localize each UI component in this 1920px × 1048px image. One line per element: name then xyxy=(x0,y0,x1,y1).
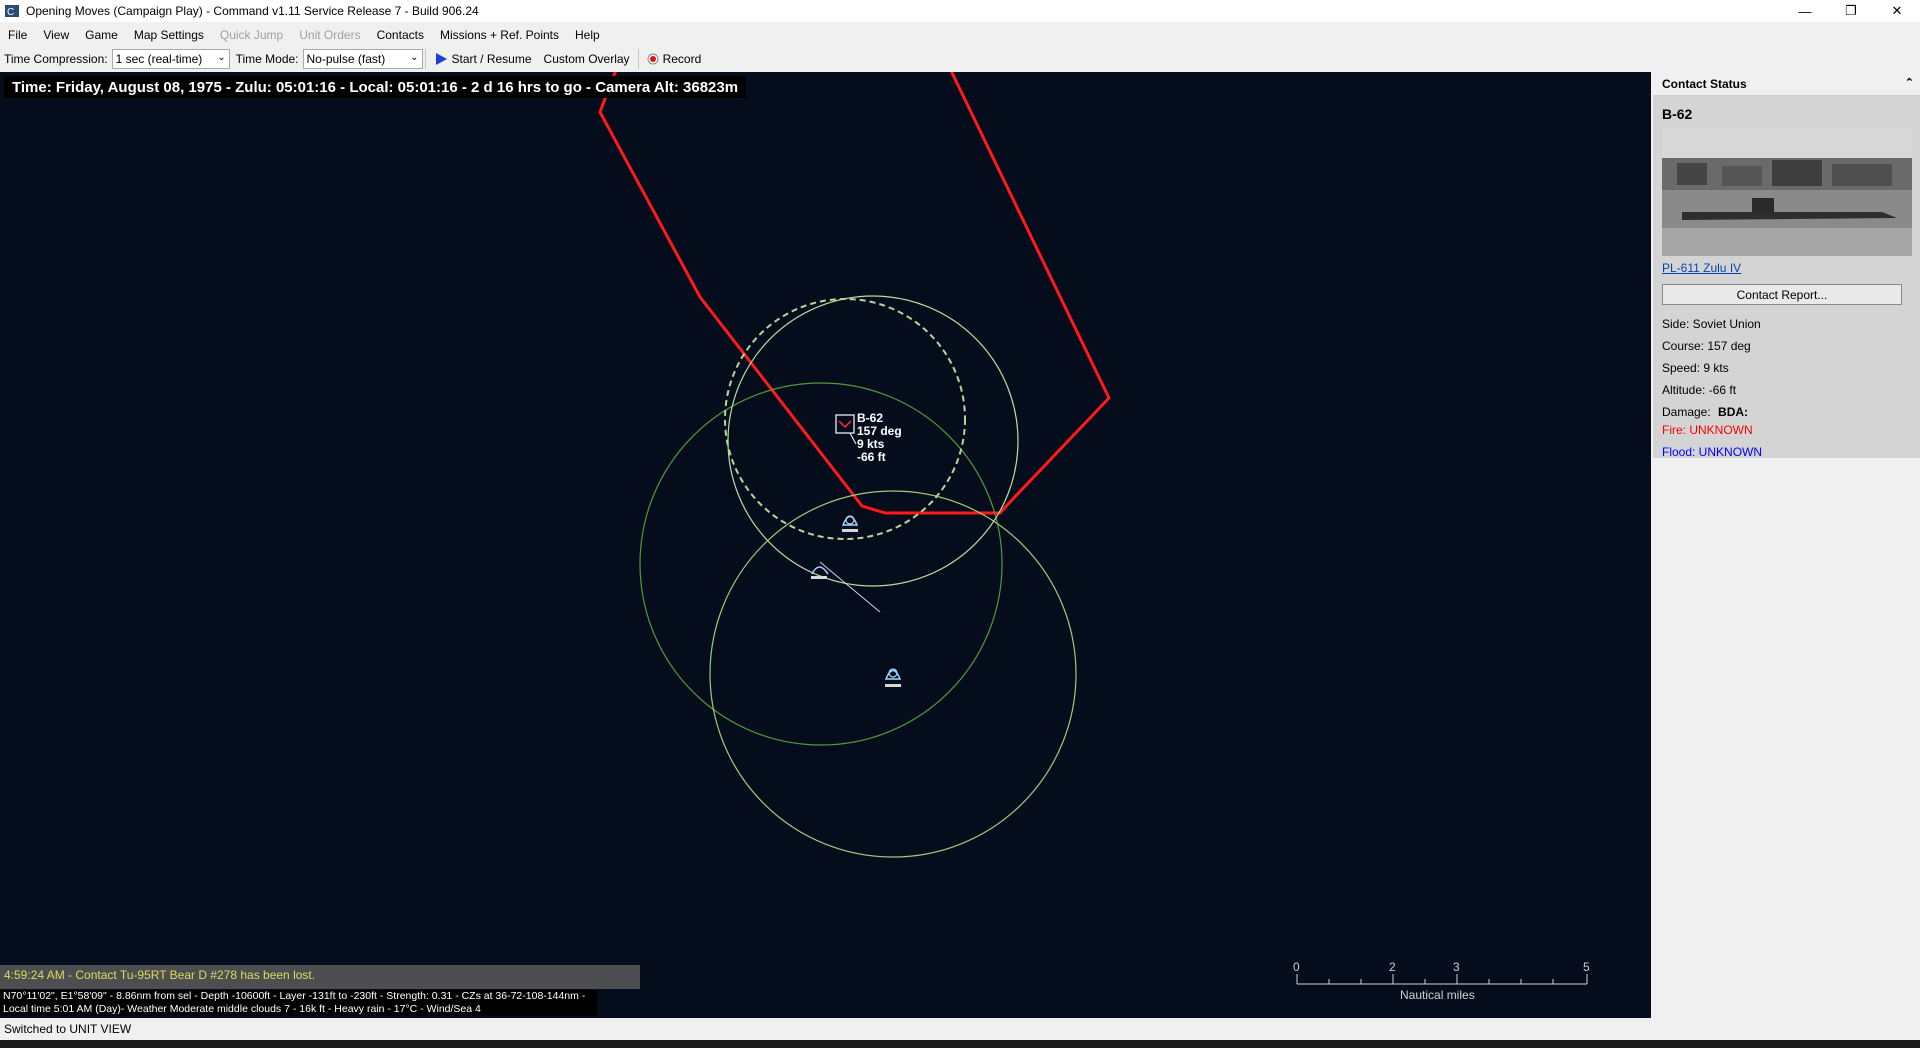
sensor-range-ring xyxy=(639,382,1003,746)
scale-bar-graphic: 0 2 3 5 Nautical miles xyxy=(1293,960,1590,1002)
panel-title: Contact Status xyxy=(1662,76,1747,91)
sensor-range-ring xyxy=(709,490,1077,858)
contact-label-name: B-62 xyxy=(857,411,883,425)
unit-class-link[interactable]: PL-611 Zulu IV xyxy=(1662,261,1911,275)
cursor-info: N70°11'02", E1°58'09" - 8.86nm from sel … xyxy=(0,990,597,1016)
contact-label-speed: 9 kts xyxy=(857,437,885,451)
contact-damage: Damage: BDA: xyxy=(1662,405,1911,419)
collapse-icon[interactable]: ⌃ xyxy=(1905,76,1914,89)
menu-view[interactable]: View xyxy=(35,28,77,42)
toolbar-separator xyxy=(424,49,426,69)
panel-header: Contact Status ⌃ xyxy=(1653,72,1920,96)
contact-speed: Speed: 9 kts xyxy=(1662,361,1729,375)
menu-missions[interactable]: Missions + Ref. Points xyxy=(432,28,567,42)
time-display: Time: Friday, August 08, 1975 - Zulu: 05… xyxy=(4,76,747,98)
cursor-coordinates: N70°11'02", E1°58'09" - 8.86nm from sel … xyxy=(3,990,586,1002)
cursor-weather: Local time 5:01 AM (Day)- Weather Modera… xyxy=(3,1003,481,1015)
time-mode-label: Time Mode: xyxy=(235,52,299,66)
record-icon xyxy=(647,53,659,65)
contact-name: B-62 xyxy=(1662,106,1693,122)
record-label: Record xyxy=(662,52,702,66)
chevron-down-icon: ⌄ xyxy=(217,52,226,63)
status-bar: Switched to UNIT VIEW xyxy=(0,1018,1651,1040)
svg-text:C: C xyxy=(7,7,14,18)
status-text: Switched to UNIT VIEW xyxy=(4,1022,132,1036)
menu-map-settings[interactable]: Map Settings xyxy=(126,28,212,42)
contact-label-depth: -66 ft xyxy=(857,450,886,464)
contact-leader-line xyxy=(849,432,857,445)
menu-bar: File View Game Map Settings Quick Jump U… xyxy=(0,24,1920,46)
scale-tick-label: 2 xyxy=(1389,960,1396,974)
chevron-down-icon: ⌄ xyxy=(410,52,419,63)
contact-flood: Flood: UNKNOWN xyxy=(1662,445,1763,459)
map-canvas[interactable]: B-62 157 deg 9 kts -66 ft xyxy=(0,72,1651,1018)
time-compression-select[interactable]: 1 sec (real-time) ⌄ xyxy=(111,49,230,69)
close-button[interactable]: ✕ xyxy=(1874,0,1920,22)
start-resume-button[interactable]: Start / Resume xyxy=(428,48,538,70)
bda-label: BDA: xyxy=(1718,405,1749,419)
menu-file[interactable]: File xyxy=(0,28,35,42)
minimize-button[interactable]: — xyxy=(1782,0,1828,22)
toolbar: Time Compression: 1 sec (real-time) ⌄ Ti… xyxy=(0,47,1920,71)
contact-report-button[interactable]: Contact Report... xyxy=(1662,284,1902,305)
patrol-zone-boundary[interactable] xyxy=(598,72,1111,515)
menu-help[interactable]: Help xyxy=(567,28,608,42)
restore-button[interactable]: ❐ xyxy=(1828,0,1874,22)
friendly-unit-icon[interactable] xyxy=(884,668,902,687)
scale-bar: 0 2 3 5 Nautical miles xyxy=(1290,960,1630,1012)
friendly-unit-icon[interactable] xyxy=(841,515,859,532)
submarine-photo-image xyxy=(1662,128,1912,256)
menu-quick-jump[interactable]: Quick Jump xyxy=(212,28,291,42)
custom-overlay-button[interactable]: Custom Overlay xyxy=(538,48,636,70)
tactical-map[interactable]: B-62 157 deg 9 kts -66 ft Time: Friday, … xyxy=(0,72,1651,1018)
menu-unit-orders[interactable]: Unit Orders xyxy=(291,28,368,42)
time-compression-value: 1 sec (real-time) xyxy=(115,52,203,66)
damage-label: Damage: xyxy=(1662,405,1711,419)
contact-label-course: 157 deg xyxy=(857,424,902,438)
message-log: 4:59:24 AM - Contact Tu-95RT Bear D #278… xyxy=(0,965,640,989)
contact-altitude: Altitude: -66 ft xyxy=(1662,383,1737,397)
scale-tick-label: 3 xyxy=(1453,960,1460,974)
toolbar-separator xyxy=(637,49,639,69)
contact-details: B-62 PL-611 Zulu IV Contact Report... Si… xyxy=(1653,96,1920,459)
submarine-contact-icon xyxy=(838,420,852,429)
track-line xyxy=(819,561,881,613)
time-mode-value: No-pulse (fast) xyxy=(306,52,386,66)
scale-tick-label: 5 xyxy=(1583,960,1590,974)
contact-status-panel: Contact Status ⌃ B-62 PL-611 Zulu IV Con… xyxy=(1653,72,1920,1018)
scale-unit-label: Nautical miles xyxy=(1400,988,1475,1002)
contact-side: Side: Soviet Union xyxy=(1662,317,1761,331)
contact-photo xyxy=(1662,128,1912,256)
start-resume-label: Start / Resume xyxy=(451,52,532,66)
title-bar: C Opening Moves (Campaign Play) - Comman… xyxy=(0,0,1920,22)
time-mode-select[interactable]: No-pulse (fast) ⌄ xyxy=(302,49,423,69)
app-icon: C xyxy=(5,5,19,18)
play-icon xyxy=(435,53,447,65)
window-title: Opening Moves (Campaign Play) - Command … xyxy=(26,4,479,18)
contact-fire: Fire: UNKNOWN xyxy=(1662,423,1753,437)
contact-course: Course: 157 deg xyxy=(1662,339,1751,353)
time-compression-label: Time Compression: xyxy=(4,52,108,66)
custom-overlay-label: Custom Overlay xyxy=(543,52,630,66)
menu-contacts[interactable]: Contacts xyxy=(369,28,432,42)
scale-tick-label: 0 xyxy=(1293,960,1300,974)
menu-game[interactable]: Game xyxy=(77,28,126,42)
contact-marker[interactable] xyxy=(835,414,855,434)
record-button[interactable]: Record xyxy=(641,48,708,70)
taskbar-strip xyxy=(0,1040,1920,1048)
